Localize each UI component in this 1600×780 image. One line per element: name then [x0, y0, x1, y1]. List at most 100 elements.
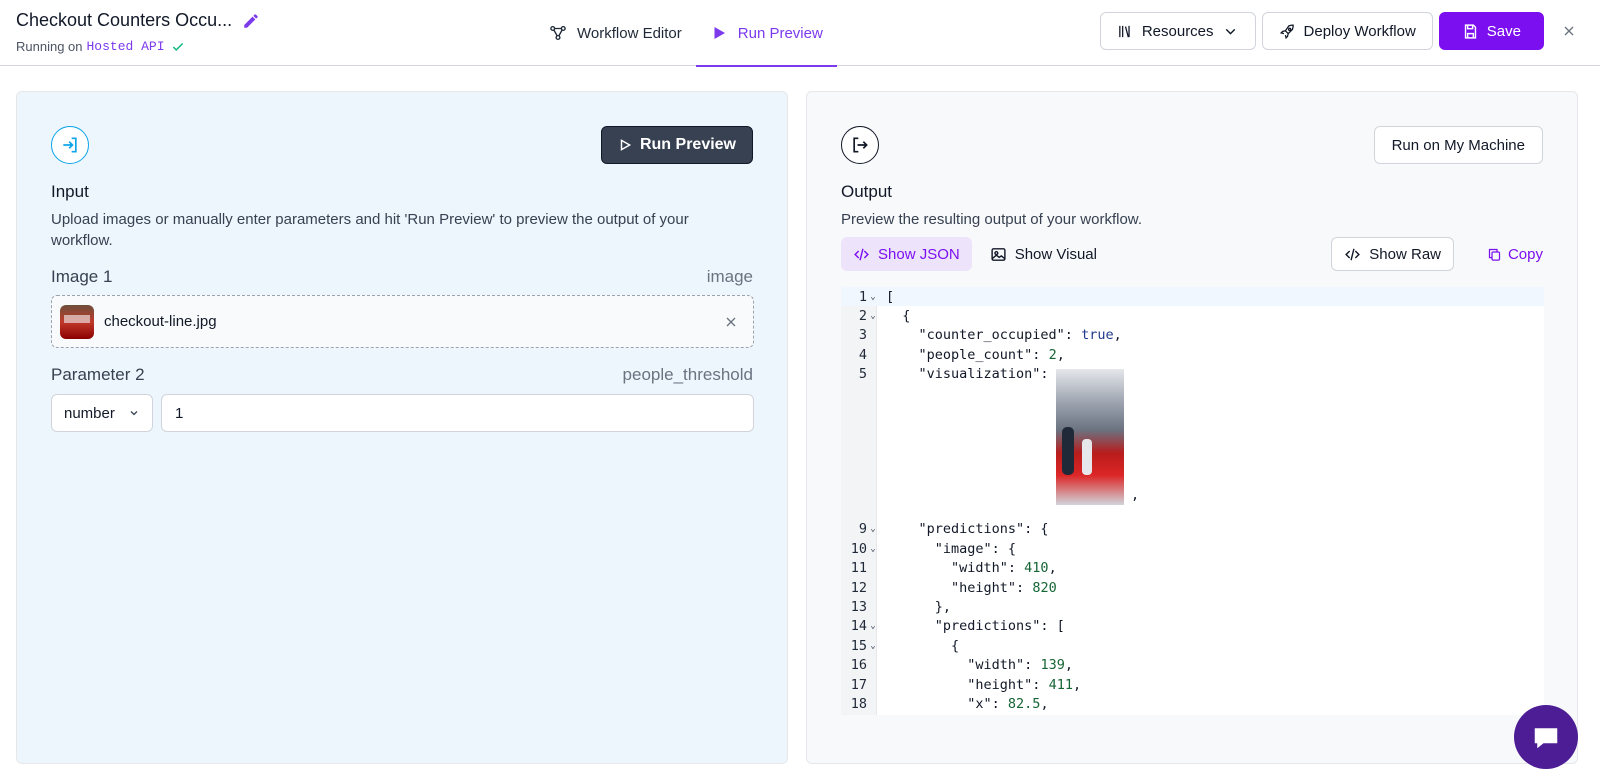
line-number: 15: [850, 637, 867, 654]
show-raw-button[interactable]: Show Raw: [1331, 237, 1454, 271]
logout-icon: [841, 126, 879, 164]
json-viewer[interactable]: 1 ⌄[2 ⌄ {3 "counter_occupied": true, 4 "peo…: [841, 287, 1544, 715]
line-number: 17: [850, 676, 867, 693]
input-description: Upload images or manually enter paramete…: [51, 211, 689, 249]
code-line: 12 "height": 820: [841, 578, 1544, 597]
save-button[interactable]: Save: [1438, 12, 1544, 50]
param-field-label: Parameter 2: [51, 365, 145, 384]
run-preview-label: Run Preview: [639, 136, 736, 153]
tab-workflow-editor[interactable]: Workflow Editor: [535, 0, 696, 66]
json-punct: ,: [1113, 327, 1122, 344]
line-number: 13: [850, 599, 867, 616]
json-value: true: [1081, 327, 1114, 344]
code-text: "width": 410,: [886, 560, 1057, 576]
code-line: 10 ⌄ "image": {: [841, 539, 1544, 558]
header-actions: Resources Deploy Workflow Save: [1099, 12, 1584, 50]
code-line: 3 "counter_occupied": true,: [841, 326, 1544, 345]
show-visual-tab[interactable]: Show Visual: [978, 237, 1109, 271]
param-type-value: number: [64, 404, 115, 422]
line-number: 18: [850, 696, 867, 713]
workflow-icon: [550, 25, 566, 41]
show-json-label: Show JSON: [878, 245, 960, 263]
fold-chevron-icon[interactable]: ⌄: [868, 641, 878, 651]
login-icon: [51, 126, 89, 164]
play-icon: [714, 27, 725, 39]
code-line: 5 "visualization":: [841, 365, 1544, 384]
check-icon: [171, 40, 185, 54]
output-heading: Output: [841, 182, 893, 201]
code-text: "height": 820: [886, 580, 1057, 596]
code-text: "image": {: [886, 540, 1017, 557]
tab-label: Workflow Editor: [577, 24, 682, 42]
status-api: Hosted API: [86, 39, 165, 54]
chat-button[interactable]: [1514, 705, 1578, 769]
run-preview-button[interactable]: Run Preview: [600, 126, 753, 164]
json-punct: ,: [1064, 657, 1073, 674]
code-line: 11 "width": 410,: [841, 559, 1544, 578]
code-text: "people_count": 2,: [886, 347, 1065, 363]
deploy-label: Deploy Workflow: [1303, 22, 1416, 40]
line-number: 9: [858, 521, 867, 538]
code-text: },: [886, 599, 952, 616]
json-value: 139: [1040, 657, 1065, 674]
fold-chevron-icon[interactable]: ⌄: [868, 524, 878, 534]
json-punct: ,: [1056, 346, 1065, 363]
code-line: 13 },: [841, 597, 1544, 616]
show-raw-label: Show Raw: [1369, 245, 1441, 263]
show-json-tab[interactable]: Show JSON: [841, 237, 972, 271]
code-line: 9 ⌄ "predictions": {: [841, 520, 1544, 539]
line-number: 14: [850, 618, 867, 635]
close-icon[interactable]: [1554, 16, 1584, 46]
workflow-title-block: Checkout Counters Occu... Running on Hos…: [16, 10, 260, 54]
fold-chevron-icon[interactable]: ⌄: [868, 544, 878, 554]
image-field-key: image: [706, 267, 753, 286]
code-text: {: [886, 308, 911, 325]
resources-button[interactable]: Resources: [1099, 12, 1256, 50]
code-line: 19 "y": 486.5,: [841, 714, 1544, 715]
copy-label: Copy: [1507, 245, 1543, 263]
image-field-label: Image 1: [51, 267, 113, 286]
workflow-title: Checkout Counters Occu...: [16, 10, 233, 30]
image-upload[interactable]: checkout-line.jpg: [51, 295, 754, 348]
mode-tabs: Workflow Editor Run Preview: [535, 0, 837, 67]
status-prefix: Running on: [16, 39, 83, 54]
show-visual-label: Show Visual: [1014, 245, 1097, 263]
code-text: "predictions": [: [886, 618, 1065, 635]
code-line: 14 ⌄ "predictions": [: [841, 617, 1544, 636]
code-text: "counter_occupied": true,: [886, 327, 1122, 343]
param-field-key: people_threshold: [622, 365, 753, 384]
input-panel: Run Preview Input Upload images or manua…: [16, 91, 788, 764]
tab-run-preview[interactable]: Run Preview: [695, 0, 837, 67]
copy-icon: [1488, 248, 1501, 261]
line-number: 1: [858, 288, 867, 305]
fold-chevron-icon[interactable]: ⌄: [868, 311, 878, 321]
json-key: "counter_occupied":: [886, 327, 1082, 344]
json-key: "width":: [886, 657, 1041, 674]
run-on-my-machine-button[interactable]: Run on My Machine: [1373, 126, 1543, 164]
run-status: Running on Hosted API: [16, 39, 260, 54]
input-heading: Input: [51, 182, 89, 201]
param-value-input[interactable]: [161, 394, 754, 432]
close-icon[interactable]: [723, 314, 739, 330]
chevron-down-icon: [1225, 28, 1235, 35]
code-text: "width": 139,: [886, 657, 1073, 673]
top-bar: Checkout Counters Occu... Running on Hos…: [0, 0, 1600, 67]
code-text: "predictions": {: [886, 521, 1049, 538]
copy-button[interactable]: Copy: [1487, 237, 1543, 271]
code-icon: [854, 248, 869, 260]
json-key: "height":: [886, 676, 1049, 693]
chevron-down-icon: [130, 411, 138, 416]
code-text: "height": 411,: [886, 677, 1081, 693]
json-key: "x":: [886, 696, 1008, 713]
fold-chevron-icon[interactable]: ⌄: [868, 292, 878, 302]
chat-icon: [1534, 728, 1558, 749]
play-outline-icon: [620, 139, 632, 151]
json-key: "people_count":: [886, 346, 1049, 363]
pencil-icon[interactable]: [242, 12, 260, 30]
visualization-comma: ,: [1131, 487, 1140, 503]
deploy-workflow-button[interactable]: Deploy Workflow: [1261, 12, 1433, 50]
fold-chevron-icon[interactable]: ⌄: [868, 621, 878, 631]
code-line: 2 ⌄ {: [841, 306, 1544, 325]
param-type-select[interactable]: number: [51, 394, 153, 432]
line-number: 2: [858, 308, 867, 325]
